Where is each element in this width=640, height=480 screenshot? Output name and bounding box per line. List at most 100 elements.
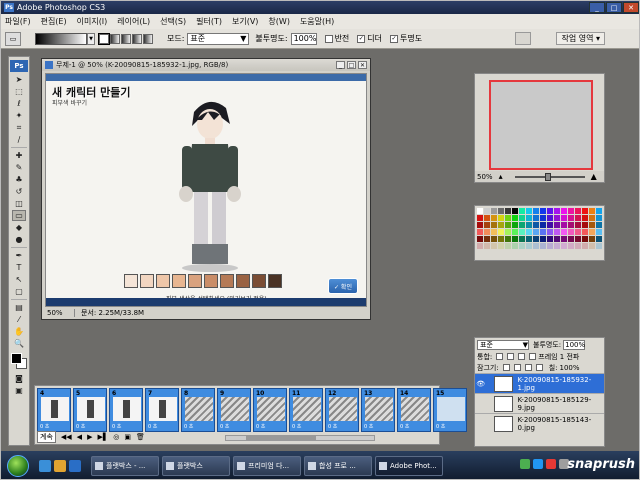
color-swatch[interactable] (554, 208, 560, 214)
color-swatch[interactable] (477, 215, 483, 221)
layer-row[interactable]: K-20090815-185129-9.jpg (475, 393, 604, 413)
frame-delay[interactable]: 0 초 (436, 423, 445, 430)
frame-delay[interactable]: 0 초 (112, 423, 121, 430)
notes-tool-icon[interactable]: ▤ (12, 302, 26, 313)
color-swatch[interactable] (554, 243, 560, 249)
color-swatch[interactable] (477, 208, 483, 214)
color-swatch[interactable] (561, 243, 567, 249)
menu-item[interactable]: 선택(S) (160, 16, 186, 27)
lock-transparency-checkbox[interactable] (502, 364, 510, 371)
brush-tool-icon[interactable]: ✎ (12, 162, 26, 173)
lock-all-checkbox[interactable] (535, 364, 543, 371)
opacity-input[interactable]: 100% (290, 32, 317, 45)
color-swatch[interactable] (491, 222, 497, 228)
color-swatch[interactable] (512, 236, 518, 242)
color-swatch[interactable] (491, 215, 497, 221)
color-swatch[interactable] (526, 215, 532, 221)
foreground-color-swatch[interactable] (11, 353, 22, 364)
loop-select[interactable]: 계속 (37, 431, 56, 443)
menu-item[interactable]: 도움말(H) (300, 16, 334, 27)
animation-frame[interactable]: 14 0 초 (397, 388, 431, 432)
zoom-out-icon[interactable]: ▴ (499, 172, 503, 181)
shape-tool-icon[interactable]: ▢ (12, 286, 26, 297)
move-tool-icon[interactable]: ➤ (12, 74, 26, 85)
type-tool-icon[interactable]: T (12, 262, 26, 273)
animation-frame[interactable]: 7 0 초 (145, 388, 179, 432)
color-swatch[interactable] (519, 215, 525, 221)
diamond-gradient-button[interactable] (143, 33, 153, 44)
color-swatch[interactable] (498, 229, 504, 235)
lock-position-checkbox[interactable] (524, 364, 532, 371)
color-swatch[interactable] (540, 208, 546, 214)
skin-color-swatch[interactable] (268, 274, 282, 288)
confirm-button[interactable]: ✓ 확인 (328, 278, 358, 294)
color-swatch[interactable] (512, 215, 518, 221)
color-swatch[interactable] (575, 236, 581, 242)
slider-handle[interactable] (544, 172, 551, 181)
radial-gradient-button[interactable] (110, 33, 120, 44)
lasso-tool-icon[interactable]: ℓ (12, 98, 26, 109)
color-swatch[interactable] (547, 229, 553, 235)
color-swatch[interactable] (526, 236, 532, 242)
taskbar-button[interactable]: 플랫박스 - ... (91, 456, 159, 476)
tray-icon[interactable] (520, 459, 530, 469)
color-swatch[interactable] (561, 208, 567, 214)
animation-frame[interactable]: 12 0 초 (325, 388, 359, 432)
marquee-tool-icon[interactable]: ⬚ (12, 86, 26, 97)
duplicate-frame-icon[interactable]: ▣ (124, 433, 131, 441)
color-swatch[interactable] (596, 208, 602, 214)
color-swatch[interactable] (596, 229, 602, 235)
color-swatch[interactable] (505, 215, 511, 221)
menu-item[interactable]: 레이어(L) (117, 16, 150, 27)
tray-icon[interactable] (546, 459, 556, 469)
color-swatch[interactable] (596, 222, 602, 228)
document-canvas[interactable]: 새 캐릭터 만들기 피부색 바꾸기 피부 색상을 선택하세요 (미리보기 적용) (45, 73, 367, 307)
menu-item[interactable]: 편집(E) (41, 16, 67, 27)
color-swatch[interactable] (582, 208, 588, 214)
layer-row[interactable]: K-20090815-185143-0.jpg (475, 413, 604, 433)
healing-brush-icon[interactable]: ✚ (12, 150, 26, 161)
linear-gradient-button[interactable] (98, 32, 110, 45)
color-swatch[interactable] (589, 222, 595, 228)
color-swatch[interactable] (519, 229, 525, 235)
eraser-tool-icon[interactable]: ◫ (12, 198, 26, 209)
doc-maximize-button[interactable]: □ (347, 61, 356, 69)
first-frame-icon[interactable]: ◀◀ (61, 433, 72, 441)
frame-delay[interactable]: 0 초 (256, 423, 265, 430)
gradient-dropdown-arrow[interactable]: ▼ (87, 32, 95, 45)
document-title-bar[interactable]: 무제-1 @ 50% (K-20090815-185932-1.jpg, RGB… (42, 59, 370, 71)
color-swatch[interactable] (519, 222, 525, 228)
frame-delay[interactable]: 0 초 (76, 423, 85, 430)
animation-frame[interactable]: 6 0 초 (109, 388, 143, 432)
slice-tool-icon[interactable]: ∕ (12, 134, 26, 145)
close-button[interactable]: ✕ (623, 2, 639, 13)
color-swatch[interactable] (582, 243, 588, 249)
color-swatch[interactable] (547, 236, 553, 242)
workspace-button[interactable]: 작업 영역 ▾ (556, 32, 605, 45)
color-swatch[interactable] (512, 208, 518, 214)
frame-delay[interactable]: 0 초 (328, 423, 337, 430)
color-swatch[interactable] (533, 215, 539, 221)
color-swatch[interactable] (554, 229, 560, 235)
frame-delay[interactable]: 0 초 (184, 423, 193, 430)
ie-icon[interactable] (69, 460, 81, 472)
play-icon[interactable]: ▶ (87, 433, 92, 441)
color-swatch[interactable] (505, 229, 511, 235)
color-swatch[interactable] (561, 229, 567, 235)
color-swatch[interactable] (582, 229, 588, 235)
color-swatch[interactable] (526, 222, 532, 228)
color-swatch[interactable] (540, 222, 546, 228)
animation-frame[interactable]: 4 0 초 (37, 388, 71, 432)
color-swatch[interactable] (568, 243, 574, 249)
animation-frame[interactable]: 9 0 초 (217, 388, 251, 432)
color-swatch[interactable] (484, 215, 490, 221)
color-swatch[interactable] (498, 236, 504, 242)
navigator-zoom[interactable]: 50% (477, 173, 493, 181)
color-swatch[interactable] (484, 236, 490, 242)
bridge-icon[interactable] (515, 32, 531, 45)
color-swatch[interactable] (554, 222, 560, 228)
frame-delay[interactable]: 0 초 (148, 423, 157, 430)
eye-icon[interactable]: 👁 (475, 380, 486, 388)
color-swatch[interactable] (596, 243, 602, 249)
color-swatch[interactable] (589, 208, 595, 214)
